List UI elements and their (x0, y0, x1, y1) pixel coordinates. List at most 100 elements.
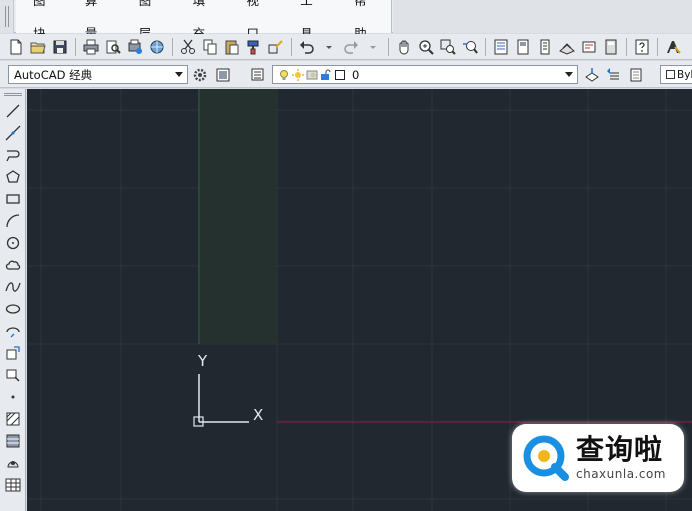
cloud-icon (5, 260, 21, 270)
color-swatch (666, 70, 675, 79)
zoom-window-icon (440, 39, 456, 55)
construction-line-tool[interactable] (3, 123, 23, 143)
menu-bar: 图块 算量 图层 填充 视口 工具 帮助 (0, 0, 692, 41)
arc-tool[interactable] (3, 211, 23, 231)
new-file-button[interactable] (6, 37, 26, 57)
chevron-down-icon (370, 45, 376, 49)
table-tool[interactable] (3, 475, 23, 495)
properties-button[interactable] (491, 37, 511, 57)
open-file-button[interactable] (28, 37, 48, 57)
polyline-tool[interactable] (3, 145, 23, 165)
circle-icon (6, 236, 20, 250)
zoom-realtime-icon (419, 39, 434, 55)
layer-color-swatch[interactable] (334, 69, 346, 81)
workspace-custom-button[interactable] (213, 65, 233, 85)
insert-block-tool[interactable] (3, 343, 23, 363)
menu-grip[interactable] (0, 0, 14, 33)
ucs-x-label: X (253, 406, 263, 424)
copy-icon (203, 39, 217, 54)
undo-icon (300, 40, 314, 54)
match-properties-button[interactable] (244, 37, 264, 57)
new-file-icon (10, 39, 22, 54)
construction-line-icon (5, 125, 21, 141)
ellipse-arc-icon (6, 327, 20, 338)
zoom-window-button[interactable] (438, 37, 458, 57)
color-select[interactable]: ByL (660, 65, 692, 84)
hatch-icon (6, 412, 20, 426)
line-tool[interactable] (3, 101, 23, 121)
calculator-icon (605, 39, 617, 54)
toolbar-separator (172, 37, 173, 56)
properties-icon (494, 39, 508, 54)
lightbulb-icon[interactable] (278, 69, 290, 81)
workspace-settings-button[interactable] (190, 65, 210, 85)
tool-palettes-button[interactable] (535, 37, 555, 57)
scissors-icon (181, 39, 195, 54)
chevron-down-icon[interactable] (563, 68, 575, 81)
ellipse-tool[interactable] (3, 299, 23, 319)
layer-current-icon (585, 68, 599, 82)
save-button[interactable] (50, 37, 70, 57)
spline-tool[interactable] (3, 277, 23, 297)
region-icon (7, 461, 19, 468)
table-icon (5, 478, 21, 492)
gradient-tool[interactable] (3, 431, 23, 451)
hatch-tool[interactable] (3, 409, 23, 429)
copy-button[interactable] (200, 37, 220, 57)
print-preview-button[interactable] (103, 37, 123, 57)
lock-open-icon[interactable] (320, 69, 332, 81)
sun-icon[interactable] (292, 68, 304, 81)
paste-button[interactable] (222, 37, 242, 57)
help-button[interactable] (632, 37, 652, 57)
layer-properties-button[interactable] (248, 65, 268, 85)
undo-dropdown[interactable] (319, 37, 339, 57)
ellipse-arc-tool[interactable] (3, 321, 23, 341)
pan-button[interactable] (394, 37, 414, 57)
3d-dwf-button[interactable] (147, 37, 167, 57)
make-layer-current-button[interactable] (582, 65, 602, 85)
workspace-value: AutoCAD 经典 (14, 67, 93, 82)
line-icon (6, 104, 20, 118)
save-icon (53, 40, 67, 53)
sheet-set-button[interactable] (557, 37, 577, 57)
watermark: 查询啦 chaxunla.com (512, 424, 684, 492)
undo-button[interactable] (297, 37, 317, 57)
menu-items: 图块 算量 图层 填充 视口 工具 帮助 (16, 0, 392, 41)
point-icon (11, 395, 15, 399)
redo-button[interactable] (341, 37, 361, 57)
layer-value: 0 (352, 67, 360, 82)
redo-icon (344, 40, 358, 54)
viewport-freeze-icon[interactable] (306, 69, 318, 81)
redo-dropdown[interactable] (363, 37, 383, 57)
revision-cloud-tool[interactable] (3, 255, 23, 275)
toolbar-separator (657, 37, 658, 56)
point-tool[interactable] (3, 387, 23, 407)
calculator-button[interactable] (601, 37, 621, 57)
text-style-button[interactable] (663, 37, 683, 57)
polygon-tool[interactable] (3, 167, 23, 187)
print-button[interactable] (81, 37, 101, 57)
workspace-select[interactable]: AutoCAD 经典 (8, 65, 188, 84)
layer-states-button[interactable] (626, 65, 646, 85)
zoom-previous-button[interactable] (460, 37, 480, 57)
print-preview-icon (106, 40, 121, 54)
draw-toolbar-grip[interactable] (4, 93, 22, 96)
toolbar-separator (291, 37, 292, 56)
ellipse-icon (5, 304, 21, 314)
spline-icon (5, 282, 21, 292)
block-editor-button[interactable] (266, 37, 286, 57)
circle-tool[interactable] (3, 233, 23, 253)
layer-previous-button[interactable] (604, 65, 624, 85)
rectangle-tool[interactable] (3, 189, 23, 209)
design-center-button[interactable] (513, 37, 533, 57)
layer-select[interactable]: 0 (272, 65, 578, 84)
markup-icon (582, 41, 596, 52)
make-block-tool[interactable] (3, 365, 23, 385)
zoom-realtime-button[interactable] (416, 37, 436, 57)
cut-button[interactable] (178, 37, 198, 57)
hand-icon (399, 40, 409, 55)
publish-button[interactable] (125, 37, 145, 57)
markup-button[interactable] (579, 37, 599, 57)
chevron-down-icon[interactable] (173, 68, 185, 81)
region-tool[interactable] (3, 453, 23, 473)
